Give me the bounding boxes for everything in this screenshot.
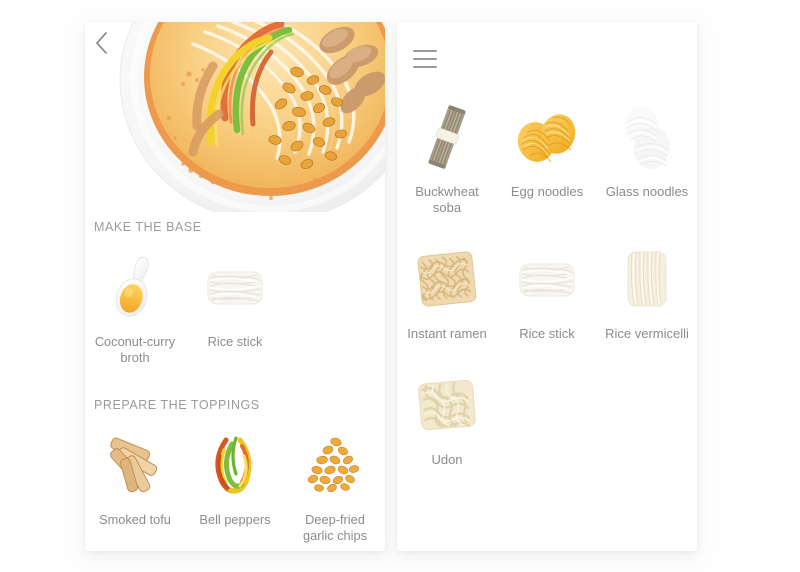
noodle-item-udon[interactable]: Udon	[397, 366, 497, 468]
noodle-grid: Buckwheat soba Egg noodles Glass noodles…	[397, 98, 697, 468]
ingredient-grid-base: Coconut-curry broth Rice stick	[85, 248, 385, 366]
noodle-label: Instant ramen	[407, 326, 487, 341]
noodle-label: Rice vermicelli	[605, 326, 689, 341]
section-title-prepare-the-toppings: PREPARE THE TOPPINGS	[94, 398, 260, 412]
noodle-item-glass-noodles[interactable]: Glass noodles	[597, 98, 697, 216]
noodle-item-instant-ramen[interactable]: Instant ramen	[397, 240, 497, 342]
back-button[interactable]	[95, 32, 129, 66]
udon-icon	[418, 379, 476, 431]
noodle-label: Egg noodles	[510, 184, 584, 199]
rice-vermicelli-icon	[627, 251, 667, 307]
glass-noodles-icon	[624, 106, 671, 169]
section-title-make-the-base: MAKE THE BASE	[94, 220, 202, 234]
noodle-item-rice-stick[interactable]: Rice stick	[497, 240, 597, 342]
ingredient-label: Bell peppers	[199, 512, 271, 527]
buckwheat-soba-icon	[428, 105, 466, 169]
noodle-slot-empty-2	[597, 366, 697, 468]
recipe-detail-card: MAKE THE BASE Coconut-curry broth Rice s…	[85, 22, 385, 551]
noodle-label: Udon	[431, 452, 463, 467]
noodle-label: Rice stick	[519, 326, 575, 341]
smoked-tofu-icon	[110, 437, 158, 493]
garlic-chips-icon	[307, 437, 360, 493]
noodle-item-egg-noodles[interactable]: Egg noodles	[497, 98, 597, 216]
ingredient-item-bell-peppers[interactable]: Bell peppers	[185, 426, 285, 544]
instant-ramen-icon	[417, 251, 477, 307]
noodle-label: Glass noodles	[605, 184, 689, 199]
noodle-label: Buckwheat soba	[415, 184, 479, 215]
noodle-item-buckwheat-soba[interactable]: Buckwheat soba	[397, 98, 497, 216]
ingredient-item-deep-fried-garlic-chips[interactable]: Deep-fried garlic chips	[285, 426, 385, 544]
ingredient-grid-toppings: Smoked tofu Bell peppers Deep-fried garl…	[85, 426, 385, 544]
bell-peppers-icon	[215, 436, 252, 494]
ingredient-slot-empty	[285, 248, 385, 366]
screen-root: MAKE THE BASE Coconut-curry broth Rice s…	[0, 0, 800, 572]
ingredient-label: Coconut-curry broth	[94, 334, 176, 365]
hamburger-line-2	[413, 58, 437, 60]
noodle-catalog-card: Buckwheat soba Egg noodles Glass noodles…	[397, 22, 697, 551]
chevron-left-icon	[96, 32, 107, 54]
ingredient-label: Deep-fried garlic chips	[302, 512, 367, 543]
rice-stick-icon	[207, 271, 263, 305]
rice-stick-icon	[519, 263, 575, 297]
ingredient-item-rice-stick[interactable]: Rice stick	[185, 248, 285, 366]
hamburger-menu-button[interactable]	[413, 50, 437, 68]
hamburger-line-3	[413, 66, 437, 68]
egg-noodles-icon	[517, 114, 576, 163]
noodle-soup-illustration	[85, 22, 385, 212]
ingredient-label: Smoked tofu	[99, 512, 171, 527]
noodle-item-rice-vermicelli[interactable]: Rice vermicelli	[597, 240, 697, 342]
ingredient-label: Rice stick	[207, 334, 263, 349]
ingredient-item-smoked-tofu[interactable]: Smoked tofu	[85, 426, 185, 544]
hero-image	[85, 22, 385, 212]
ingredient-item-coconut-curry-broth[interactable]: Coconut-curry broth	[85, 248, 185, 366]
hamburger-line-1	[413, 50, 437, 52]
spoon-broth-icon	[115, 256, 149, 317]
noodle-slot-empty-1	[497, 366, 597, 468]
